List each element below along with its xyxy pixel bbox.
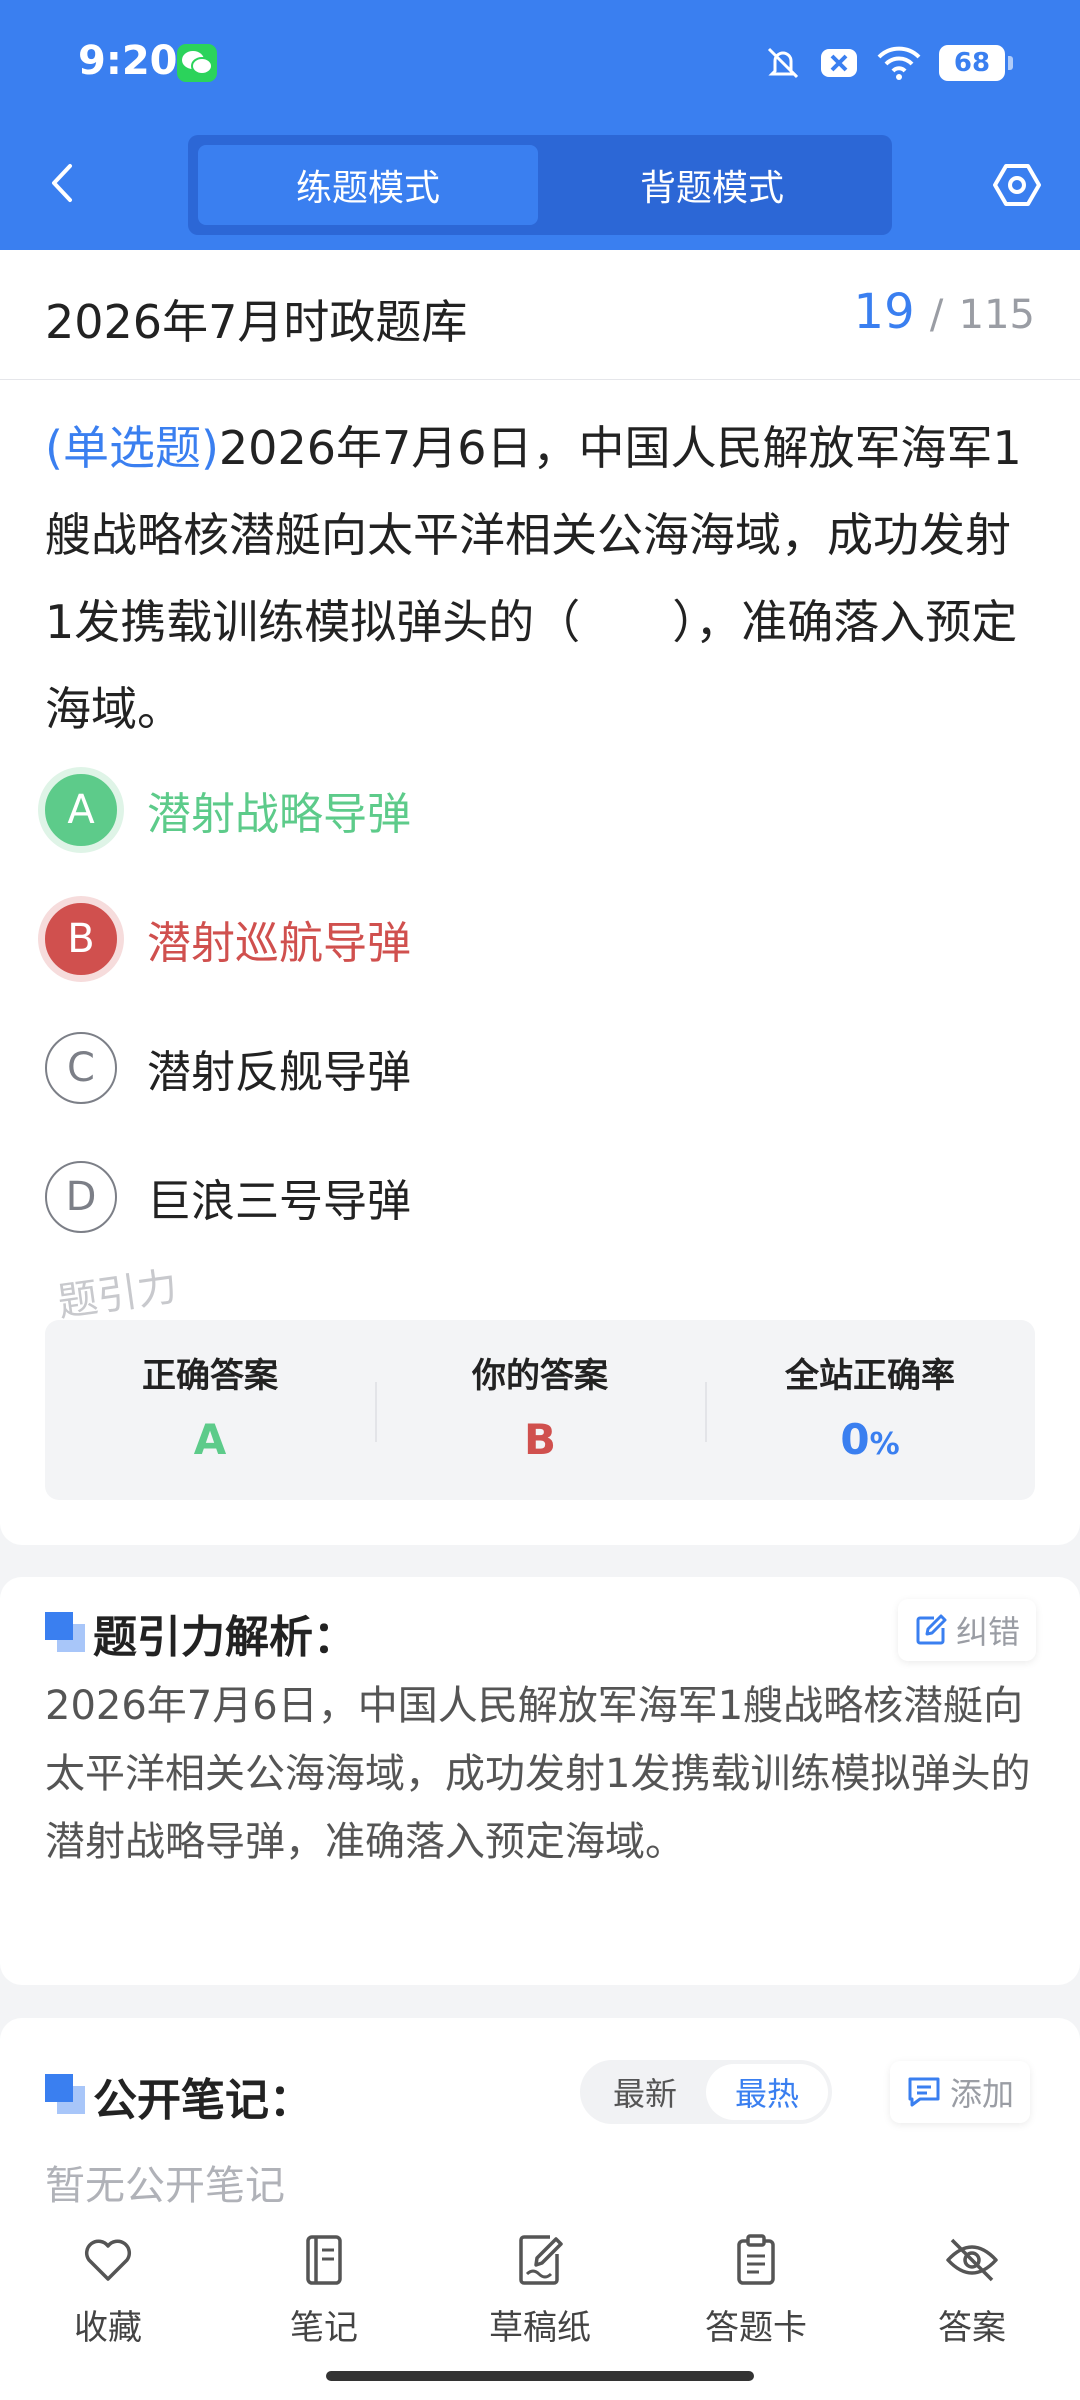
watermark: 题引力 bbox=[54, 1263, 181, 1327]
stat-label: 全站正确率 bbox=[785, 1356, 955, 1396]
option-b[interactable]: B 潜射巡航导弹 bbox=[45, 894, 1035, 984]
rate-number: 0 bbox=[840, 1415, 870, 1464]
wifi-icon bbox=[877, 46, 921, 80]
option-text: 巨浪三号导弹 bbox=[147, 1176, 411, 1227]
section-squares-icon bbox=[45, 2074, 85, 2114]
sort-latest-button[interactable]: 最新 bbox=[584, 2064, 706, 2120]
your-answer-stat: 你的答案 B bbox=[375, 1320, 705, 1500]
scratch-paper-label: 草稿纸 bbox=[489, 2308, 591, 2348]
section-squares-icon bbox=[45, 1612, 85, 1652]
edit-icon bbox=[916, 1614, 947, 1645]
accuracy-rate-value: 0% bbox=[705, 1415, 1035, 1464]
analysis-card: 题引力解析： 纠错 2026年7月6日，中国人民解放军海军1艘战略核潜艇向太平洋… bbox=[0, 1577, 1080, 1985]
option-d[interactable]: D 巨浪三号导弹 bbox=[45, 1152, 1035, 1242]
add-note-button[interactable]: 添加 bbox=[890, 2061, 1031, 2123]
analysis-title: 题引力解析： bbox=[93, 1612, 357, 1663]
your-answer-value: B bbox=[523, 1415, 556, 1464]
report-error-label: 纠错 bbox=[956, 1613, 1021, 1651]
question-card: 2026年7月时政题库 19 / 115 (单选题)2026年7月6日，中国人民… bbox=[0, 250, 1080, 1545]
option-letter: C bbox=[45, 1032, 117, 1104]
sim-off-icon bbox=[821, 49, 857, 77]
option-a[interactable]: A 潜射战略导弹 bbox=[45, 765, 1035, 855]
home-indicator[interactable] bbox=[326, 2371, 754, 2381]
battery-indicator: 68 bbox=[939, 45, 1013, 81]
stat-label: 你的答案 bbox=[472, 1356, 608, 1396]
tab-review-mode[interactable]: 背题模式 bbox=[542, 145, 882, 225]
stat-label: 正确答案 bbox=[142, 1356, 278, 1396]
option-text: 潜射巡航导弹 bbox=[147, 918, 411, 969]
question-header: 2026年7月时政题库 19 / 115 bbox=[0, 250, 1080, 380]
total-questions: 115 bbox=[958, 292, 1035, 338]
draft-icon bbox=[519, 2235, 563, 2285]
option-letter: D bbox=[45, 1161, 117, 1233]
settings-button[interactable] bbox=[992, 160, 1042, 210]
notes-title: 公开笔记： bbox=[93, 2075, 313, 2126]
wechat-icon bbox=[177, 44, 217, 82]
option-text: 潜射反舰导弹 bbox=[147, 1047, 411, 1098]
question-bank-title: 2026年7月时政题库 bbox=[45, 295, 468, 349]
option-text: 潜射战略导弹 bbox=[147, 789, 411, 840]
add-note-label: 添加 bbox=[950, 2075, 1015, 2113]
report-error-button[interactable]: 纠错 bbox=[898, 1599, 1037, 1661]
current-question-number: 19 bbox=[853, 284, 915, 340]
notes-sort-toggle: 最新 最热 bbox=[580, 2060, 832, 2124]
status-bar: 9:20 68 bbox=[0, 0, 1080, 125]
clipboard-icon bbox=[737, 2234, 775, 2285]
status-icons: 68 bbox=[763, 38, 1013, 88]
heart-icon bbox=[84, 2239, 132, 2281]
answer-sheet-label: 答题卡 bbox=[705, 2308, 807, 2348]
empty-notes-text: 暂无公开笔记 bbox=[45, 2163, 285, 2209]
correct-answer-stat: 正确答案 A bbox=[45, 1320, 375, 1500]
toggle-answer-label: 答案 bbox=[938, 2308, 1006, 2348]
question-type-label: (单选题) bbox=[45, 421, 219, 475]
option-letter: B bbox=[45, 903, 117, 975]
eye-off-icon bbox=[946, 2238, 998, 2282]
tab-practice-mode[interactable]: 练题模式 bbox=[198, 145, 538, 225]
result-stats: 正确答案 A 你的答案 B 全站正确率 0% bbox=[45, 1320, 1035, 1500]
toggle-answer-button[interactable]: 答案 bbox=[864, 2210, 1080, 2400]
favorite-label: 收藏 bbox=[74, 2308, 142, 2348]
question-stem: (单选题)2026年7月6日，中国人民解放军海军1艘战略核潜艇向太平洋相关公海海… bbox=[45, 405, 1035, 753]
mute-icon bbox=[767, 47, 799, 79]
status-time: 9:20 bbox=[78, 38, 178, 84]
option-c[interactable]: C 潜射反舰导弹 bbox=[45, 1023, 1035, 1113]
accuracy-rate-stat: 全站正确率 0% bbox=[705, 1320, 1035, 1500]
settings-hexagon-icon bbox=[993, 164, 1041, 206]
question-counter[interactable]: 19 / 115 bbox=[854, 284, 1035, 340]
sort-hot-button[interactable]: 最热 bbox=[706, 2064, 828, 2120]
notes-label: 笔记 bbox=[290, 2308, 358, 2348]
mode-switch: 练题模式 背题模式 bbox=[188, 135, 892, 235]
correct-answer-value: A bbox=[193, 1415, 227, 1464]
analysis-text: 2026年7月6日，中国人民解放军海军1艘战略核潜艇向太平洋相关公海海域，成功发… bbox=[45, 1683, 1031, 1865]
favorite-button[interactable]: 收藏 bbox=[0, 2210, 216, 2400]
counter-separator: / bbox=[929, 292, 944, 338]
back-button[interactable] bbox=[42, 158, 82, 208]
comment-add-icon bbox=[908, 2077, 940, 2107]
chevron-left-icon bbox=[52, 164, 72, 202]
option-letter: A bbox=[45, 774, 117, 846]
notebook-icon bbox=[306, 2235, 342, 2285]
rate-unit: % bbox=[869, 1427, 900, 1462]
top-bar: 9:20 68 练题模式 背题模式 bbox=[0, 0, 1080, 250]
